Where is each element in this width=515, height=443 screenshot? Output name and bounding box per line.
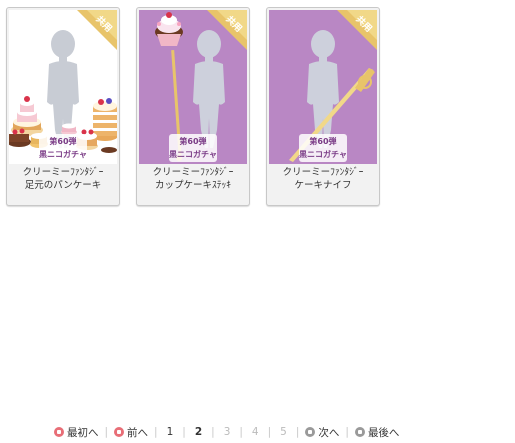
divider: | [295,426,300,438]
item-thumbnail: 共用 第60弾 黒ニコガチャ [269,10,377,164]
svg-text:第60弾: 第60弾 [309,136,336,146]
item-name: カップケーキｽﾃｯｷ [154,180,231,191]
divider: | [182,426,186,438]
last-arrow-icon [354,427,365,437]
item-card-pancake[interactable]: 共用 第60弾 黒ニコガチャ クリーミーﾌｧﾝﾀｼﾞｰ 足元のパンケーキ [6,7,120,206]
first-page-link[interactable]: 最初へ [54,425,99,440]
item-name: 足元のパンケーキ [24,180,102,191]
divider: | [345,426,349,438]
page-current-2: 2 [194,426,203,438]
cake-knife-item-image: 共用 第60弾 黒ニコガチャ [269,10,377,164]
item-thumbnail: 共用 第60弾 黒ニコガチャ [139,10,247,164]
gacha-badge: 第60弾 黒ニコガチャ [169,134,217,162]
next-arrow-icon [305,427,316,437]
page-link-4[interactable]: 4 [249,426,262,438]
svg-text:第60弾: 第60弾 [179,136,206,146]
pancake-item-image: 共用 第60弾 黒ニコガチャ [9,10,117,162]
item-card-cake-knife[interactable]: 共用 第60弾 黒ニコガチャ クリーミーﾌｧﾝﾀｼﾞｰ ケーキナイフ [266,7,380,206]
svg-text:黒ニコガチャ: 黒ニコガチャ [39,149,87,159]
item-series: クリーミーﾌｧﾝﾀｼﾞｰ [282,167,364,178]
item-name: ケーキナイフ [294,180,352,191]
divider: | [154,426,158,438]
divider: | [239,426,243,438]
pagination: 最初へ | 前へ | 1 | 2 | 3 | 4 | 5 | 次へ | 最後へ [54,424,399,440]
prev-page-link[interactable]: 前へ [114,425,148,440]
item-series: クリーミーﾌｧﾝﾀｼﾞｰ [22,167,104,178]
page-link-5[interactable]: 5 [277,426,290,438]
page-link-3[interactable]: 3 [221,426,234,438]
item-caption: クリーミーﾌｧﾝﾀｼﾞｰ ケーキナイフ [267,166,379,205]
divider: | [267,426,272,438]
svg-text:第60弾: 第60弾 [49,136,76,146]
gacha-badge: 第60弾 黒ニコガチャ [299,134,347,162]
item-card-cupcake-stick[interactable]: 共用 第60弾 黒ニコガチャ クリーミーﾌｧﾝﾀｼﾞｰ カップケーキｽﾃｯｷ [136,7,250,206]
page-link-1[interactable]: 1 [164,426,177,438]
first-arrow-icon [54,427,64,437]
item-series: クリーミーﾌｧﾝﾀｼﾞｰ [152,167,234,178]
prev-arrow-icon [114,427,125,437]
divider: | [211,426,215,438]
divider: | [104,426,109,438]
item-caption: クリーミーﾌｧﾝﾀｼﾞｰ 足元のパンケーキ [7,166,119,205]
cupcake-stick-item-image: 共用 第60弾 黒ニコガチャ [139,10,247,164]
svg-text:黒ニコガチャ: 黒ニコガチャ [299,149,347,159]
next-page-link[interactable]: 次へ [305,425,339,440]
gacha-badge: 第60弾 黒ニコガチャ [39,134,87,162]
item-thumbnail: 共用 第60弾 黒ニコガチャ [9,10,117,164]
last-page-link[interactable]: 最後へ [354,425,399,440]
svg-text:黒ニコガチャ: 黒ニコガチャ [169,149,217,159]
item-caption: クリーミーﾌｧﾝﾀｼﾞｰ カップケーキｽﾃｯｷ [137,166,249,205]
